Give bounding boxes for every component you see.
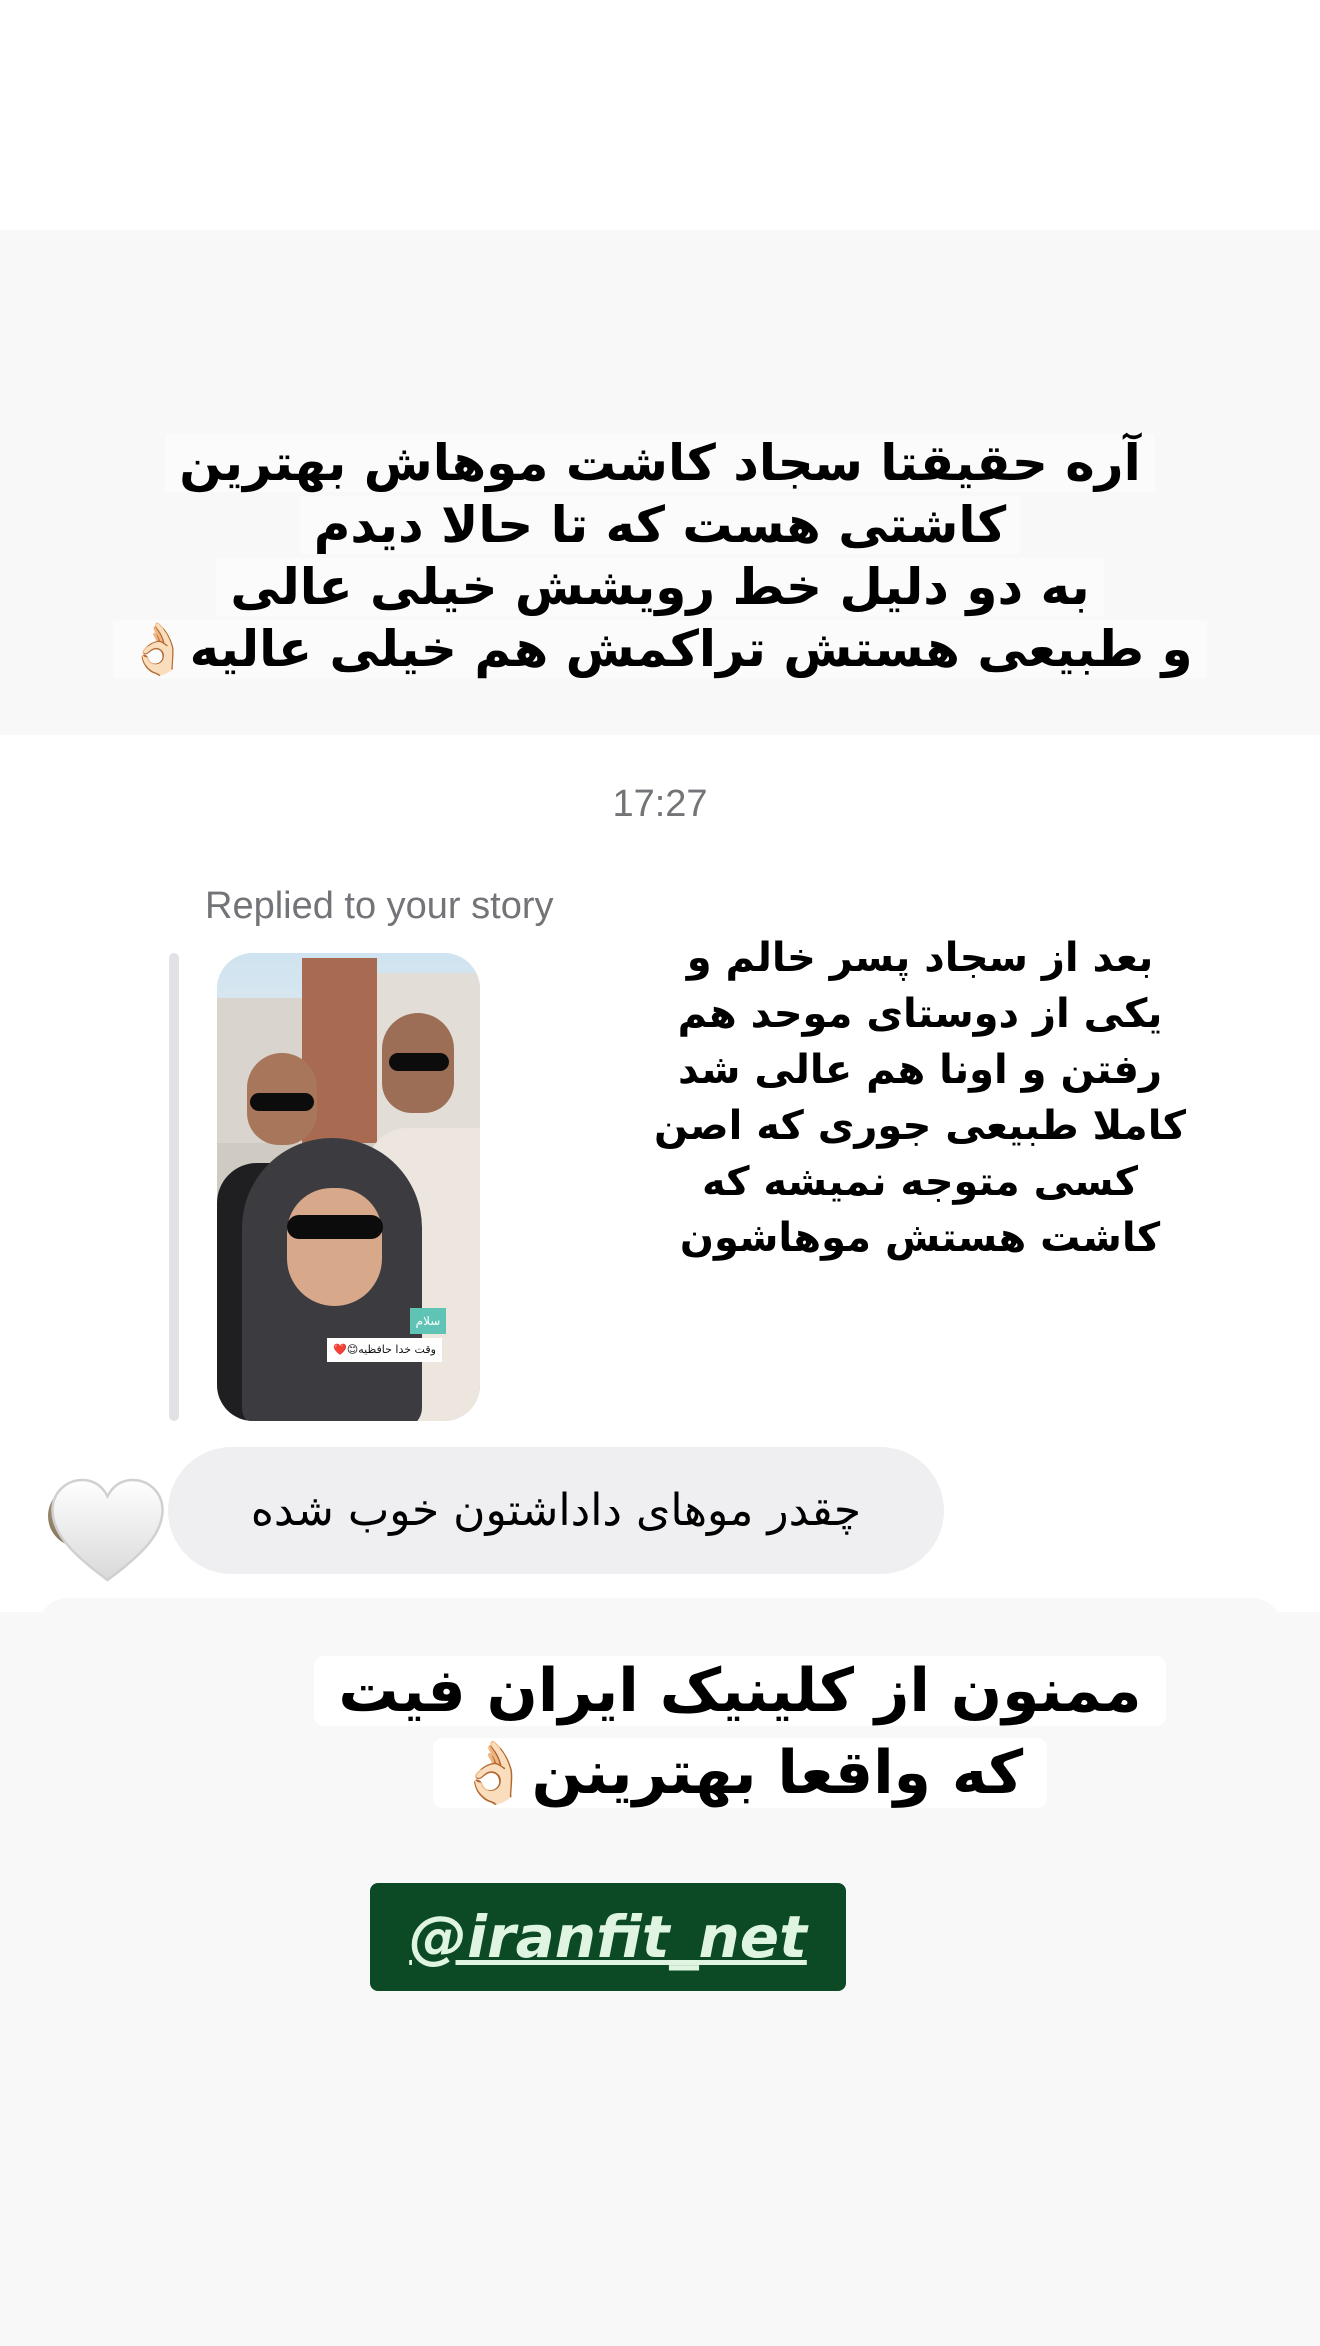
- reply-message-line: رفتن و اونا هم عالی شد: [677, 1047, 1163, 1093]
- bottom-sticker-line: که واقعا بهترینن👌🏻: [200, 1732, 1280, 1814]
- reply-message-text: بعد از سجاد پسر خالم و یکی از دوستای موح…: [600, 930, 1240, 1266]
- incoming-message-text: چقدر موهای داداشتون خوب شده: [250, 1485, 862, 1536]
- reply-message-line: کسی متوجه نمیشه که: [701, 1159, 1139, 1205]
- sunglasses-icon: [389, 1053, 449, 1071]
- top-sticker-line: آره حقیقتا سجاد کاشت موهاش بهترین: [60, 432, 1260, 494]
- sunglasses-icon: [250, 1093, 314, 1111]
- story-sticker-caption: وقت خدا حافظیه😊❤️: [327, 1338, 442, 1362]
- white-heart-icon: [51, 1478, 164, 1582]
- top-sticker-line: کاشتی هست که تا حالا دیدم: [60, 494, 1260, 556]
- message-timestamp: 17:27: [612, 783, 708, 825]
- story-person: [287, 1188, 382, 1306]
- replied-to-story-label: Replied to your story: [205, 885, 554, 927]
- top-text-sticker: آره حقیقتا سجاد کاشت موهاش بهترین کاشتی …: [60, 432, 1260, 680]
- reply-quote-bar: [169, 953, 179, 1421]
- reply-message-line: کاملا طبیعی جوری که اصن: [654, 1103, 1186, 1149]
- reply-message-line: یکی از دوستای موحد هم: [677, 991, 1163, 1037]
- mention-link[interactable]: @iranfit_net: [370, 1883, 846, 1991]
- story-sticker-greeting: سلام: [410, 1308, 446, 1334]
- bottom-sticker-line: ممنون از کلینیک ایران فیت: [200, 1650, 1280, 1732]
- story-thumbnail[interactable]: سلام وقت خدا حافظیه😊❤️: [217, 953, 480, 1421]
- bottom-text-sticker: ممنون از کلینیک ایران فیت که واقعا بهتری…: [200, 1650, 1280, 1814]
- top-sticker-line: به دو دلیل خط رویشش خیلی عالی: [60, 556, 1260, 618]
- top-sticker-line: و طبیعی هستش تراکمش هم خیلی عالیه👌🏻: [60, 618, 1260, 680]
- sunglasses-icon: [287, 1215, 383, 1239]
- reply-message-line: بعد از سجاد پسر خالم و: [686, 935, 1154, 981]
- reply-message-line: کاشت هستش موهاشون: [679, 1215, 1161, 1261]
